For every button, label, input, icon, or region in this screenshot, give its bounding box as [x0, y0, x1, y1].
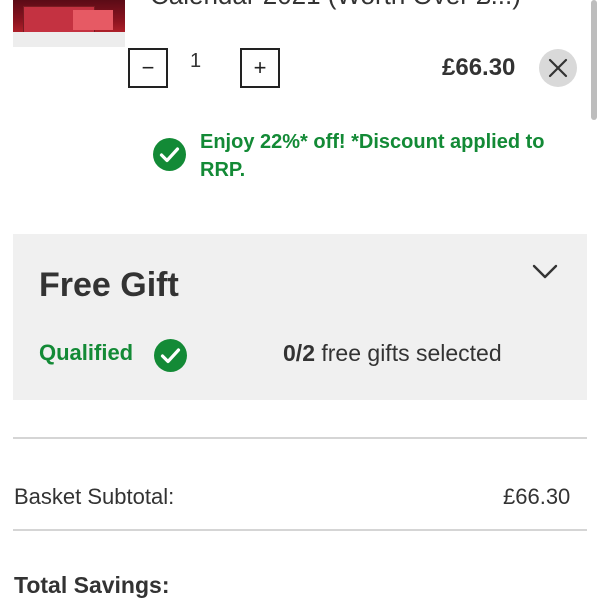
gift-selected-count: 0	[283, 340, 296, 366]
free-gift-title: Free Gift	[39, 266, 179, 304]
divider	[13, 529, 587, 531]
quantity-decrease-button[interactable]: −	[128, 48, 168, 88]
subtotal-label: Basket Subtotal:	[14, 484, 175, 509]
check-circle-icon	[153, 138, 186, 176]
thumbnail-box-secondary	[73, 10, 113, 30]
free-gift-panel[interactable]: Free Gift Qualified 0/2 free gifts selec…	[13, 234, 587, 400]
quantity-value: 1	[190, 50, 202, 72]
total-savings-label: Total Savings:	[14, 572, 170, 598]
chevron-down-icon[interactable]	[531, 262, 559, 287]
scrollbar[interactable]	[591, 0, 597, 120]
close-icon	[548, 58, 568, 78]
quantity-increase-button[interactable]: +	[240, 48, 280, 88]
remove-item-button[interactable]	[539, 49, 577, 87]
discount-message: Enjoy 22%* off! *Discount applied to RRP…	[200, 131, 545, 181]
gift-total-count: 2	[302, 340, 315, 366]
thumbnail-base	[13, 32, 125, 47]
product-title[interactable]: Calendar 2021 (Worth Over £...)	[150, 0, 521, 11]
subtotal-value: £66.30	[503, 484, 571, 509]
free-gift-count: 0/2 free gifts selected	[283, 340, 502, 366]
divider	[13, 437, 587, 439]
qualified-label: Qualified	[39, 340, 134, 365]
product-price: £66.30	[442, 54, 516, 81]
gift-selected-text: free gifts selected	[321, 340, 502, 366]
check-circle-icon	[154, 339, 187, 377]
product-thumbnail[interactable]	[13, 0, 125, 47]
